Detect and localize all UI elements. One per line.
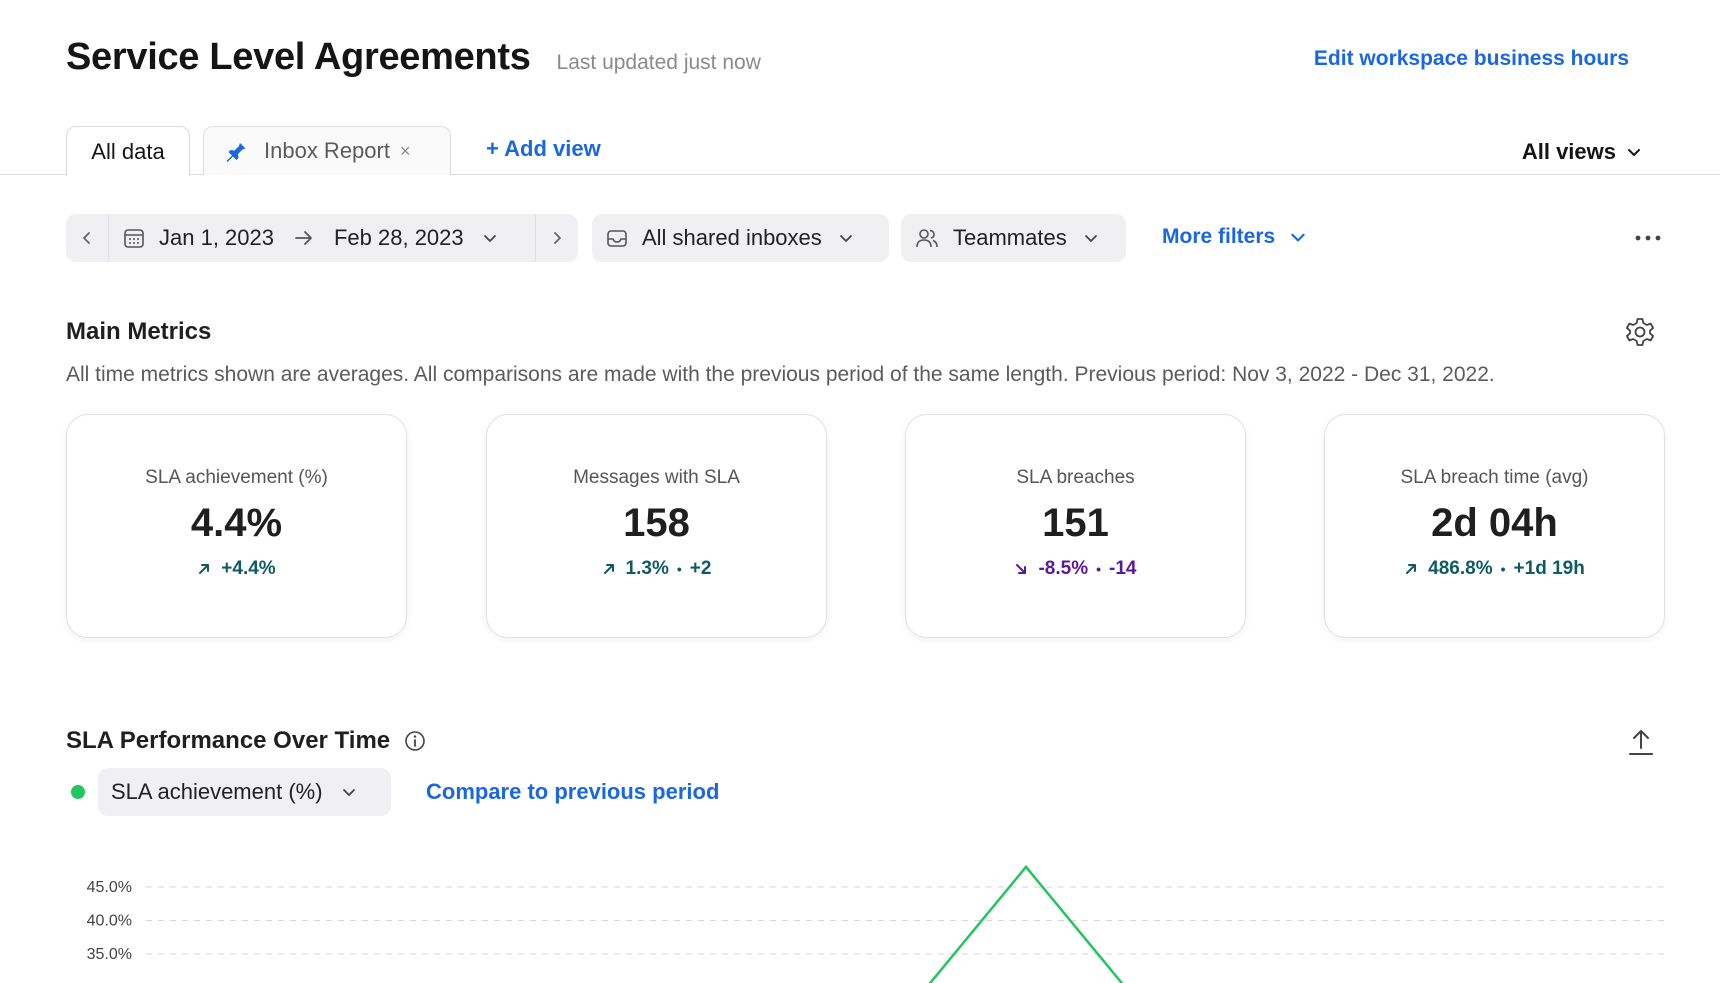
metric-delta: 486.8% • +1d 19h — [1325, 558, 1664, 580]
arrow-up-right-icon — [199, 564, 210, 574]
chevron-down-icon — [1083, 230, 1099, 246]
metric-value: 2d 04h — [1431, 501, 1558, 545]
metric-card-sla-achievement: SLA achievement (%) 4.4% +4.4% — [66, 414, 407, 638]
export-icon[interactable] — [1626, 726, 1656, 758]
metric-label: Messages with SLA — [573, 467, 740, 488]
metric-delta-absolute: +1d 19h — [1513, 558, 1585, 579]
separator-dot: • — [676, 561, 682, 577]
more-filters-button[interactable]: More filters — [1162, 225, 1307, 249]
y-tick-label: 35.0% — [87, 946, 132, 963]
people-icon — [915, 227, 939, 249]
performance-section-title: SLA Performance Over Time — [66, 727, 426, 755]
sla-report-page: Service Level Agreements Last updated ju… — [0, 0, 1720, 983]
page-title: Service Level Agreements — [66, 36, 531, 78]
tab-all-data[interactable]: All data — [66, 126, 190, 176]
series-select-label: SLA achievement (%) — [111, 779, 323, 804]
page-header: Service Level Agreements Last updated ju… — [66, 36, 761, 79]
date-range-group: Jan 1, 2023 Feb 28, 2023 — [66, 214, 578, 262]
next-period-button[interactable] — [535, 214, 578, 262]
separator-dot: • — [1096, 561, 1102, 577]
close-tab-icon[interactable]: × — [400, 141, 411, 162]
date-start: Jan 1, 2023 — [159, 225, 274, 250]
metric-value: 4.4% — [190, 501, 283, 545]
metric-label: SLA achievement (%) — [145, 467, 328, 488]
metric-delta-absolute: -14 — [1109, 558, 1137, 579]
metrics-description: All time metrics shown are averages. All… — [66, 363, 1495, 386]
arrow-up-right-icon — [603, 564, 614, 574]
info-icon[interactable] — [404, 730, 426, 752]
inbox-filter-dropdown[interactable]: All shared inboxes — [592, 214, 889, 262]
sla-performance-chart: 45.0% 40.0% 35.0% — [87, 864, 1666, 983]
performance-title: SLA Performance Over Time — [66, 727, 391, 754]
metric-label: SLA breaches — [1016, 467, 1135, 488]
metric-delta-absolute: +2 — [689, 558, 712, 579]
chevron-right-icon — [554, 232, 561, 244]
chevron-down-icon — [482, 230, 498, 246]
metric-card-messages-with-sla: Messages with SLA 158 1.3% • +2 — [486, 414, 827, 638]
filter-bar: Jan 1, 2023 Feb 28, 2023 All shared inbo… — [66, 214, 1666, 262]
metric-delta-percent: +4.4% — [221, 558, 276, 579]
main-metrics-title: Main Metrics — [66, 318, 212, 345]
date-range-picker[interactable]: Jan 1, 2023 Feb 28, 2023 — [109, 214, 535, 262]
metric-delta: -8.5% • -14 — [906, 558, 1245, 580]
arrow-right-icon — [294, 230, 314, 246]
more-filters-label: More filters — [1162, 225, 1276, 248]
add-view-button[interactable]: + Add view — [486, 136, 601, 162]
tab-inbox-report[interactable]: Inbox Report × — [203, 126, 451, 175]
metric-value: 158 — [623, 501, 690, 545]
all-views-dropdown[interactable]: All views — [1522, 139, 1642, 165]
metric-delta: +4.4% — [67, 558, 406, 580]
metric-delta: 1.3% • +2 — [487, 558, 826, 580]
metric-delta-percent: 1.3% — [625, 558, 669, 579]
inbox-icon — [606, 227, 628, 249]
metric-card-sla-breach-time: SLA breach time (avg) 2d 04h 486.8% • +1… — [1324, 414, 1665, 638]
view-tab-bar: All data Inbox Report × + Add view All v… — [0, 126, 1720, 176]
chevron-left-icon — [83, 232, 90, 244]
metric-delta-percent: 486.8% — [1428, 558, 1493, 579]
metric-card-sla-breaches: SLA breaches 151 -8.5% • -14 — [905, 414, 1246, 638]
arrow-down-right-icon — [1016, 564, 1027, 574]
separator-dot: • — [1500, 561, 1506, 577]
tab-label: All data — [91, 138, 165, 164]
chevron-down-icon — [1289, 228, 1307, 246]
compare-previous-period-link[interactable]: Compare to previous period — [426, 779, 719, 805]
tab-label: Inbox Report — [264, 138, 390, 163]
chevron-down-icon — [838, 230, 854, 246]
all-views-label: All views — [1521, 139, 1616, 164]
last-updated-text: Last updated just now — [556, 51, 761, 74]
calendar-icon — [123, 227, 145, 249]
date-end: Feb 28, 2023 — [333, 225, 464, 250]
previous-period-button[interactable] — [66, 214, 109, 262]
series-color-dot — [71, 785, 85, 799]
series-line — [928, 864, 1124, 983]
chevron-down-icon — [341, 784, 357, 800]
inbox-filter-label: All shared inboxes — [642, 225, 822, 250]
edit-business-hours-link[interactable]: Edit workspace business hours — [1314, 47, 1629, 71]
y-tick-label: 45.0% — [87, 879, 132, 896]
gear-icon[interactable] — [1623, 315, 1657, 349]
y-tick-label: 40.0% — [87, 913, 132, 930]
teammates-filter-label: Teammates — [953, 225, 1067, 250]
teammates-filter-dropdown[interactable]: Teammates — [901, 214, 1126, 262]
metric-series-dropdown[interactable]: SLA achievement (%) — [98, 768, 391, 816]
chevron-down-icon — [1628, 149, 1640, 156]
arrow-up-right-icon — [1406, 564, 1417, 574]
more-options-icon[interactable] — [1630, 226, 1666, 250]
metric-label: SLA breach time (avg) — [1400, 467, 1589, 488]
pin-icon — [224, 139, 248, 163]
metric-value: 151 — [1042, 501, 1109, 545]
metric-delta-percent: -8.5% — [1038, 558, 1089, 579]
